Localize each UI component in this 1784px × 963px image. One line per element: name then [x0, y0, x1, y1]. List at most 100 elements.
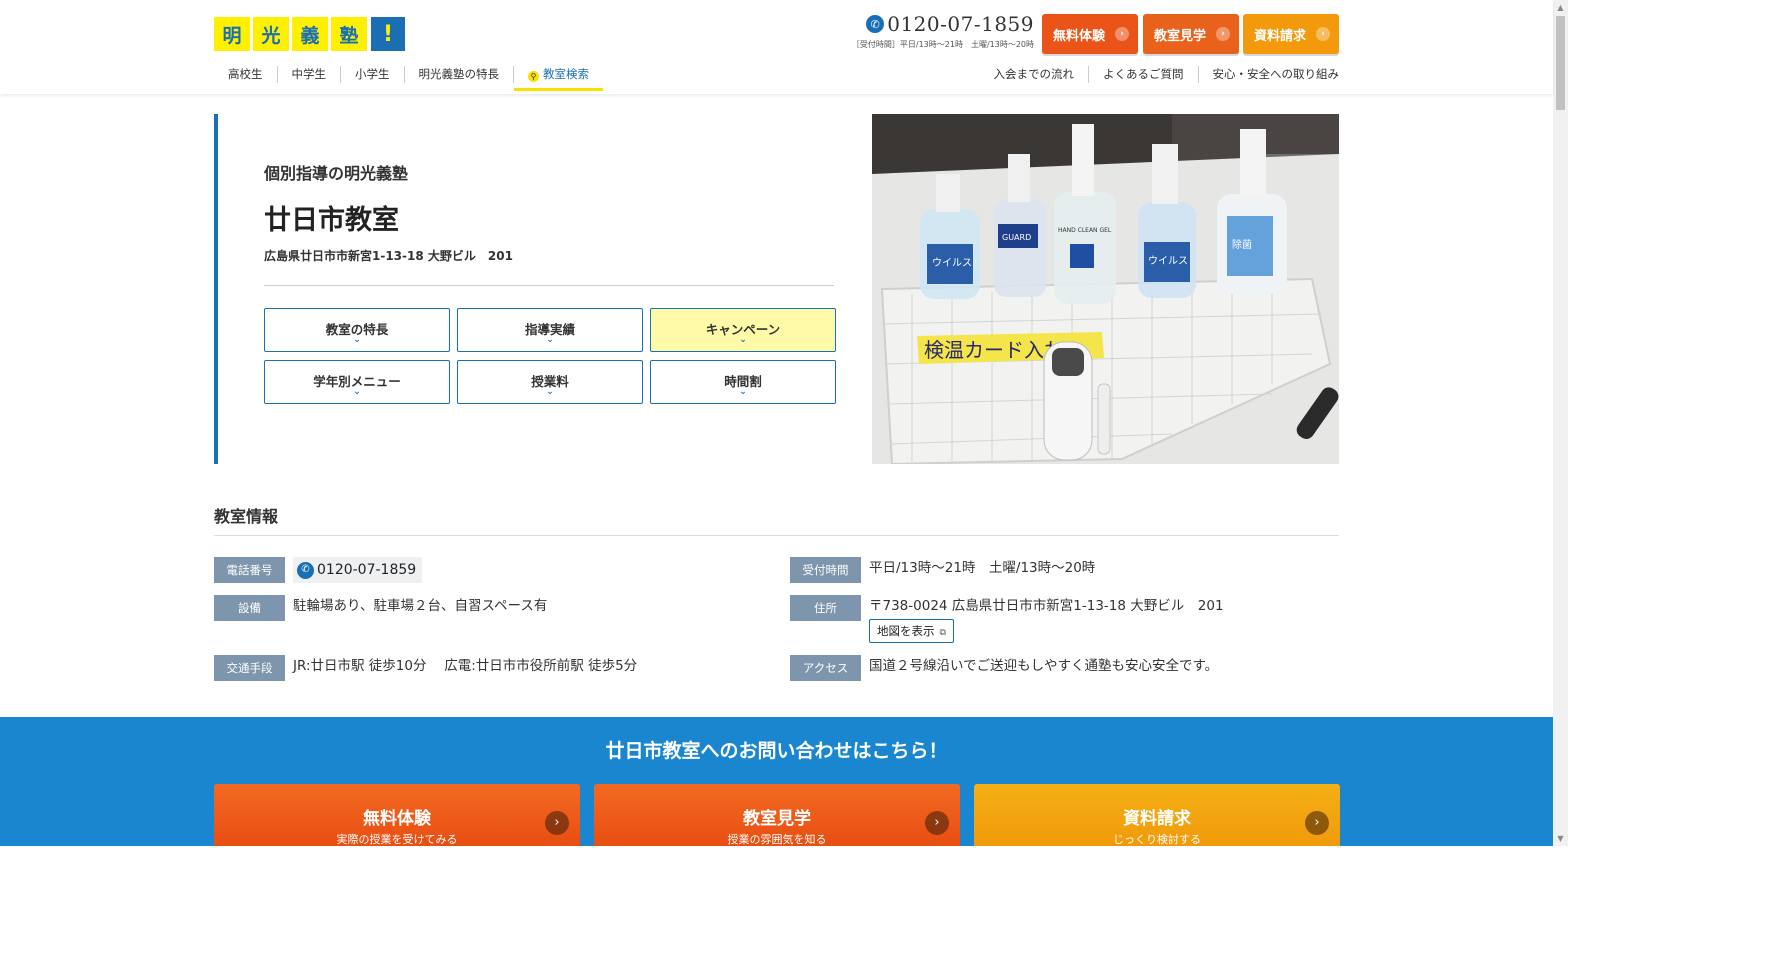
info-row-hours: 受付時間 平日/13時〜21時 土曜/13時〜20時 [790, 557, 1095, 583]
info-value: ✆ 0120-07-1859 [293, 557, 423, 583]
svg-text:GUARD: GUARD [1002, 233, 1031, 242]
search-icon: ⚲ [528, 71, 539, 82]
scrollbar-thumb[interactable] [1556, 16, 1565, 110]
chevron-right-icon: › [1316, 27, 1330, 41]
info-divider [214, 535, 1339, 536]
tab-features[interactable]: 教室の特長 ⌄ [264, 308, 450, 352]
contact-classroom-visit-button[interactable]: 教室見学 授業の雰囲気を知る › [594, 784, 960, 846]
logo-char: 光 [253, 17, 289, 51]
page-title: 廿日市教室 [264, 205, 399, 236]
subnav-item-faq[interactable]: よくあるご質問 [1088, 66, 1198, 83]
photo-label-text: 検温カード入れ [924, 338, 1064, 362]
info-label: アクセス [790, 655, 861, 681]
tab-results[interactable]: 指導実績 ⌄ [457, 308, 643, 352]
chevron-right-icon: › [545, 811, 569, 835]
tab-timetable[interactable]: 時間割 ⌄ [650, 360, 836, 404]
contact-free-trial-button[interactable]: 無料体験 実際の授業を受けてみる › [214, 784, 580, 846]
free-trial-label: 無料体験 [1053, 28, 1106, 44]
site-logo[interactable]: 明 光 義 塾 ! [214, 17, 405, 51]
scroll-up-icon[interactable]: ▲ [1553, 0, 1568, 15]
hero-address: 広島県廿日市市新宮1-13-18 大野ビル 201 [264, 249, 513, 263]
contact-button-sub: じっくり検討する [1113, 833, 1201, 846]
classroom-hero: 個別指導の明光義塾 廿日市教室 広島県廿日市市新宮1-13-18 大野ビル 20… [214, 114, 836, 464]
chevron-down-icon: ⌄ [739, 387, 747, 397]
info-label: 交通手段 [214, 655, 285, 681]
tab-grade-menu[interactable]: 学年別メニュー ⌄ [264, 360, 450, 404]
chevron-right-icon: › [1305, 811, 1329, 835]
svg-text:ウイルス: ウイルス [932, 257, 972, 269]
page-scrollbar[interactable]: ▲ ▼ [1553, 0, 1568, 846]
global-nav: 高校生 中学生 小学生 明光義塾の特長 ⚲ 教室検索 [214, 66, 603, 91]
header-phone-hours: ［受付時間］平日/13時〜21時 土曜/13時〜20時 [851, 40, 1034, 49]
scroll-down-icon[interactable]: ▼ [1553, 831, 1568, 846]
info-value: JR:廿日市駅 徒歩10分 広電:廿日市市役所前駅 徒歩5分 [293, 658, 638, 674]
chevron-right-icon: › [1216, 27, 1230, 41]
chevron-right-icon: › [925, 811, 949, 835]
info-label: 電話番号 [214, 557, 285, 583]
sub-nav: 入会までの流れ よくあるご質問 安心・安全への取り組み [980, 66, 1339, 83]
subnav-item-safety[interactable]: 安心・安全への取り組み [1197, 66, 1339, 83]
sanitizer-basket-image: 検温カード入れ ウイルス GUARD HAND CLEAN GEL ウイルス 除… [872, 114, 1339, 464]
chevron-down-icon: ⌄ [353, 387, 361, 397]
info-heading: 教室情報 [214, 507, 279, 526]
contact-request-materials-button[interactable]: 資料請求 じっくり検討する › [974, 784, 1340, 846]
hero-divider [264, 285, 834, 286]
nav-item-classroom-search[interactable]: ⚲ 教室検索 [513, 66, 603, 91]
hero-subtitle: 個別指導の明光義塾 [264, 164, 409, 183]
tel-number: 0120-07-1859 [317, 562, 417, 578]
request-materials-label: 資料請求 [1254, 28, 1307, 44]
svg-text:ウイルス: ウイルス [1148, 255, 1188, 267]
chevron-down-icon: ⌄ [546, 387, 554, 397]
nav-item-elementary[interactable]: 小学生 [340, 66, 404, 83]
free-trial-button[interactable]: 無料体験 › [1042, 14, 1138, 54]
chevron-down-icon: ⌄ [353, 335, 361, 345]
contact-button-label: 資料請求 [1123, 809, 1191, 829]
info-row-tel: 電話番号 ✆ 0120-07-1859 [214, 557, 423, 583]
tab-campaign[interactable]: キャンペーン ⌄ [650, 308, 836, 352]
tab-tuition[interactable]: 授業料 ⌄ [457, 360, 643, 404]
info-row-address: 住所 〒738-0024 広島県廿日市市新宮1-13-18 大野ビル 201 地… [790, 595, 1224, 643]
address-text: 〒738-0024 広島県廿日市市新宮1-13-18 大野ビル 201 [869, 598, 1224, 614]
logo-mark: ! [371, 17, 405, 51]
show-map-button[interactable]: 地図を表示 ⧉ [869, 619, 954, 643]
info-label: 住所 [790, 595, 861, 621]
external-link-icon: ⧉ [939, 628, 946, 638]
nav-item-junior-high[interactable]: 中学生 [276, 66, 341, 83]
classroom-tabs: 教室の特長 ⌄ 指導実績 ⌄ キャンペーン ⌄ 学年別メニュー ⌄ 授業料 ⌄ 時間割 ⌄ [264, 308, 836, 404]
svg-text:HAND CLEAN GEL: HAND CLEAN GEL [1058, 227, 1112, 234]
logo-char: 明 [214, 17, 250, 51]
classroom-photo: 検温カード入れ ウイルス GUARD HAND CLEAN GEL ウイルス 除… [872, 114, 1339, 464]
info-row-access: アクセス 国道２号線沿いでご送迎もしやすく通塾も安心安全です。 [790, 655, 1218, 681]
nav-item-classroom-search-label: 教室検索 [543, 67, 589, 81]
subnav-item-enrollment-flow[interactable]: 入会までの流れ [980, 66, 1089, 83]
contact-button-label: 教室見学 [743, 809, 811, 829]
svg-text:除菌: 除菌 [1232, 238, 1252, 251]
info-value: 〒738-0024 広島県廿日市市新宮1-13-18 大野ビル 201 地図を表… [869, 595, 1224, 643]
contact-button-label: 無料体験 [363, 809, 431, 829]
nav-item-features[interactable]: 明光義塾の特長 [403, 66, 514, 83]
logo-char: 義 [292, 17, 328, 51]
contact-title: 廿日市教室へのお問い合わせはこちら！ [605, 740, 948, 762]
contact-button-sub: 授業の雰囲気を知る [727, 833, 827, 846]
chevron-down-icon: ⌄ [739, 335, 747, 345]
chevron-down-icon: ⌄ [546, 335, 554, 345]
tel-link[interactable]: ✆ 0120-07-1859 [293, 557, 423, 583]
phone-icon: ✆ [866, 15, 885, 33]
header-phone-number: 0120-07-1859 [887, 12, 1034, 36]
classroom-visit-button[interactable]: 教室見学 › [1143, 14, 1239, 54]
info-label: 受付時間 [790, 557, 861, 583]
chevron-right-icon: › [1115, 27, 1129, 41]
info-value: 駐輪場あり、駐車場２台、自習スペース有 [293, 598, 548, 614]
header-phone[interactable]: ✆ 0120-07-1859 ［受付時間］平日/13時〜21時 土曜/13時〜2… [834, 12, 1034, 50]
logo-char: 塾 [331, 17, 367, 51]
contact-band: 廿日市教室へのお問い合わせはこちら！ 無料体験 実際の授業を受けてみる › 教室… [0, 717, 1553, 846]
site-header: 明 光 義 塾 ! ✆ 0120-07-1859 ［受付時間］平日/13時〜21… [0, 0, 1553, 94]
classroom-visit-label: 教室見学 [1154, 28, 1207, 44]
info-label: 設備 [214, 595, 285, 621]
info-value: 平日/13時〜21時 土曜/13時〜20時 [869, 560, 1096, 576]
request-materials-button[interactable]: 資料請求 › [1243, 14, 1339, 54]
phone-icon: ✆ [297, 561, 314, 579]
contact-button-sub: 実際の授業を受けてみる [336, 833, 458, 846]
info-value: 国道２号線沿いでご送迎もしやすく通塾も安心安全です。 [869, 658, 1219, 674]
nav-item-high-school[interactable]: 高校生 [214, 66, 277, 83]
